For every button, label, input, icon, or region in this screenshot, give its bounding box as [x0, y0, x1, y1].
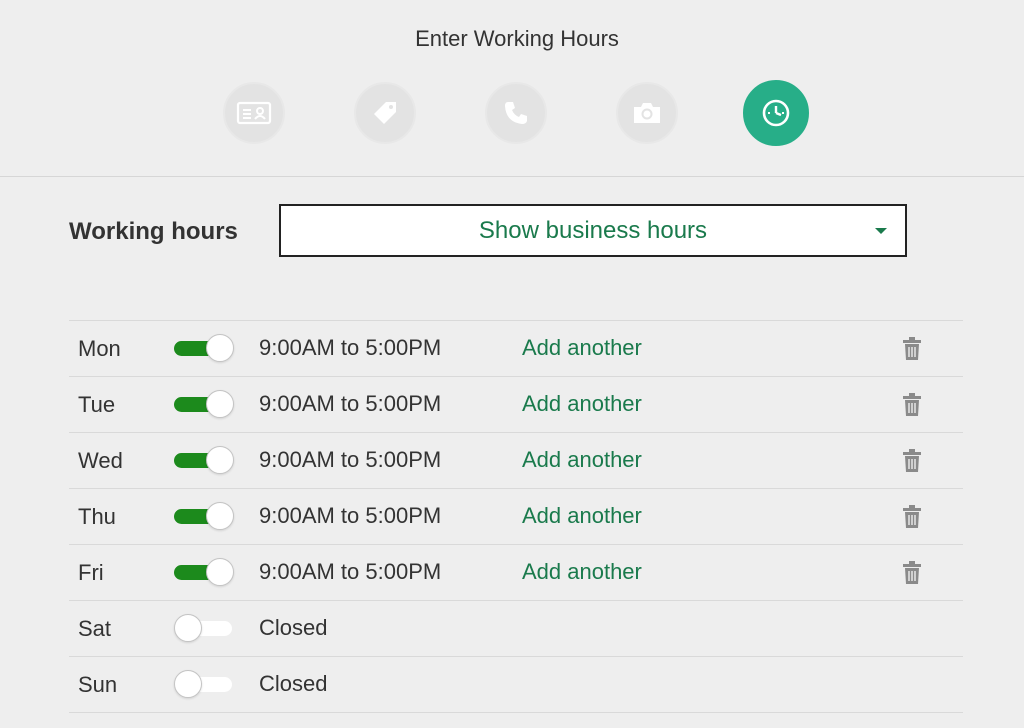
hours-range[interactable]: 9:00AM to 5:00PM [259, 559, 441, 585]
day-row-fri: Fri 9:00AM to 5:00PM Add another [69, 545, 963, 601]
add-another-link[interactable]: Add another [522, 503, 642, 529]
day-label: Wed [78, 448, 123, 473]
day-row-tue: Tue 9:00AM to 5:00PM Add another [69, 377, 963, 433]
hours-range[interactable]: 9:00AM to 5:00PM [259, 503, 441, 529]
day-row-sat: Sat Closed [69, 601, 963, 657]
day-label: Mon [78, 336, 121, 361]
hours-range[interactable]: 9:00AM to 5:00PM [259, 447, 441, 473]
add-another-link[interactable]: Add another [522, 447, 642, 473]
days-list: Mon 9:00AM to 5:00PM Add another Tue 9:0… [69, 320, 963, 713]
step-working-hours[interactable] [743, 80, 809, 146]
id-card-icon [236, 101, 272, 125]
day-toggle[interactable] [172, 614, 234, 642]
hours-range[interactable]: 9:00AM to 5:00PM [259, 391, 441, 417]
tag-icon [374, 102, 396, 124]
day-label: Fri [78, 560, 104, 585]
hours-range[interactable]: 9:00AM to 5:00PM [259, 335, 441, 361]
add-another-link[interactable]: Add another [522, 559, 642, 585]
phone-icon [505, 102, 527, 124]
day-toggle[interactable] [172, 502, 234, 530]
page-title: Enter Working Hours [415, 26, 619, 51]
trash-icon[interactable] [901, 505, 923, 529]
trash-icon[interactable] [901, 449, 923, 473]
caret-down-icon [875, 228, 887, 234]
step-business-card[interactable] [223, 82, 285, 144]
day-toggle[interactable] [172, 390, 234, 418]
day-toggle[interactable] [172, 558, 234, 586]
trash-icon[interactable] [901, 393, 923, 417]
step-category[interactable] [354, 82, 416, 144]
day-row-sun: Sun Closed [69, 657, 963, 713]
dropdown-selected-value: Show business hours [478, 216, 708, 244]
step-contact[interactable] [485, 82, 547, 144]
day-row-mon: Mon 9:00AM to 5:00PM Add another [69, 321, 963, 377]
day-row-wed: Wed 9:00AM to 5:00PM Add another [69, 433, 963, 489]
day-label: Sun [78, 672, 118, 697]
day-toggle[interactable] [172, 670, 234, 698]
add-another-link[interactable]: Add another [522, 335, 642, 361]
day-label: Tue [78, 392, 116, 417]
day-label: Thu [78, 504, 116, 529]
day-row-thu: Thu 9:00AM to 5:00PM Add another [69, 489, 963, 545]
wizard-header: Enter Working Hours [0, 0, 1024, 177]
clock-icon [762, 99, 790, 127]
wizard-steps [0, 80, 1024, 148]
add-another-link[interactable]: Add another [522, 391, 642, 417]
closed-status: Closed [259, 615, 328, 640]
closed-status: Closed [259, 671, 328, 696]
day-label: Sat [78, 616, 112, 641]
step-photos[interactable] [616, 82, 678, 144]
trash-icon[interactable] [901, 337, 923, 361]
business-hours-dropdown[interactable]: Show business hours [279, 204, 907, 257]
day-toggle[interactable] [172, 334, 234, 362]
day-toggle[interactable] [172, 446, 234, 474]
working-hours-label: Working hours [69, 218, 238, 245]
camera-icon [634, 103, 660, 123]
trash-icon[interactable] [901, 561, 923, 585]
